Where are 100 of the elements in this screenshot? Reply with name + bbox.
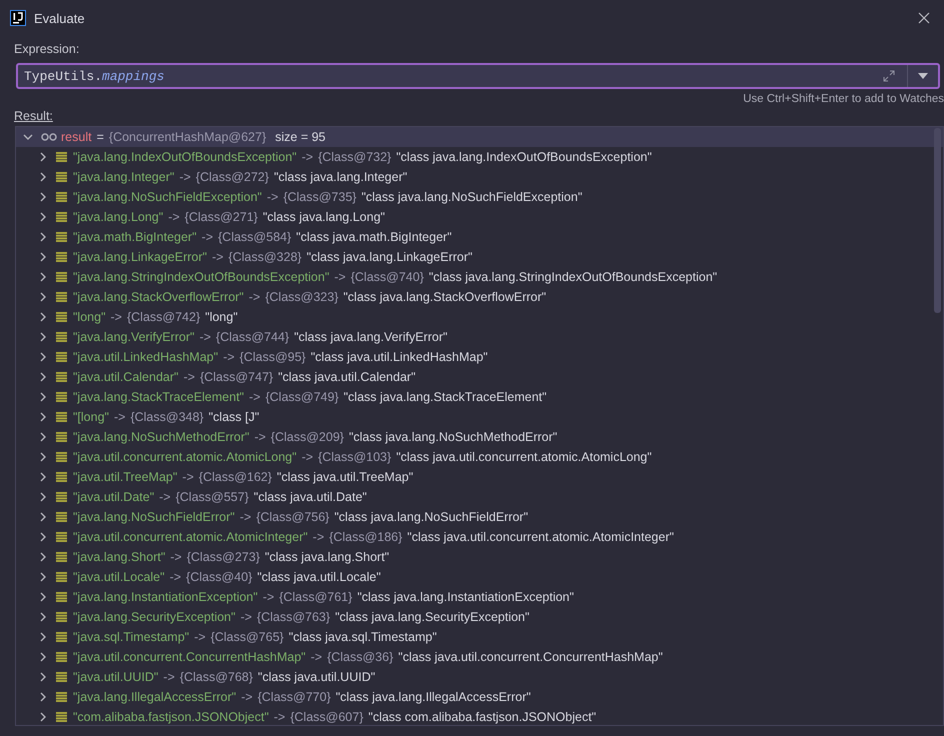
arrow-text: -> bbox=[168, 210, 180, 224]
expand-chevron-icon[interactable] bbox=[38, 452, 48, 462]
tree-row[interactable]: "[long" -> {Class@348} "class [J" bbox=[16, 407, 943, 427]
expand-chevron-icon[interactable] bbox=[38, 472, 48, 482]
variable-name: result bbox=[61, 130, 92, 144]
tree-row[interactable]: "java.lang.InstantiationException" -> {Class@761} "class java.lang.InstantiationException" bbox=[16, 587, 943, 607]
expand-chevron-icon[interactable] bbox=[38, 632, 48, 642]
expand-chevron-icon[interactable] bbox=[38, 572, 48, 582]
map-value: "class java.lang.VerifyError" bbox=[294, 330, 448, 344]
tree-row[interactable]: "java.util.Locale" -> {Class@40} "class java.util.Locale" bbox=[16, 567, 943, 587]
expand-chevron-icon[interactable] bbox=[38, 292, 48, 302]
map-key: "java.util.LinkedHashMap" bbox=[73, 350, 218, 364]
tree-row[interactable]: "java.lang.NoSuchFieldException" -> {Class@735} "class java.lang.NoSuchFieldException" bbox=[16, 187, 943, 207]
tree-row[interactable]: "java.math.BigInteger" -> {Class@584} "class java.math.BigInteger" bbox=[16, 227, 943, 247]
tree-row[interactable]: "java.lang.Short" -> {Class@273} "class java.lang.Short" bbox=[16, 547, 943, 567]
tree-row[interactable]: "java.lang.LinkageError" -> {Class@328} "class java.lang.LinkageError" bbox=[16, 247, 943, 267]
expand-chevron-icon[interactable] bbox=[38, 692, 48, 702]
close-icon[interactable] bbox=[918, 12, 930, 24]
arrow-text: -> bbox=[302, 150, 314, 164]
tree-row[interactable]: "java.util.TreeMap" -> {Class@162} "class java.util.TreeMap" bbox=[16, 467, 943, 487]
map-key: "[long" bbox=[73, 410, 109, 424]
map-key: "java.lang.Long" bbox=[73, 210, 164, 224]
map-value: "class java.math.BigInteger" bbox=[296, 230, 452, 244]
tree-row[interactable]: "java.lang.StackTraceElement" -> {Class@749} "class java.lang.StackTraceElement" bbox=[16, 387, 943, 407]
object-reference: {Class@323} bbox=[265, 290, 338, 304]
expand-chevron-icon[interactable] bbox=[38, 512, 48, 522]
expand-chevron-icon[interactable] bbox=[38, 592, 48, 602]
arrow-text: -> bbox=[274, 710, 286, 724]
arrow-text: -> bbox=[194, 630, 206, 644]
tree-row[interactable]: "java.util.Calendar" -> {Class@747} "class java.util.Calendar" bbox=[16, 367, 943, 387]
tree-row[interactable]: "java.util.concurrent.ConcurrentHashMap" -> {Class@36} "class java.util.concurrent.ConcurrentHashMap" bbox=[16, 647, 943, 667]
collapse-chevron-icon[interactable] bbox=[23, 132, 33, 142]
expand-chevron-icon[interactable] bbox=[38, 192, 48, 202]
tree-row[interactable]: "java.lang.Integer" -> {Class@272} "class java.lang.Integer" bbox=[16, 167, 943, 187]
object-reference: {Class@770} bbox=[258, 690, 331, 704]
tree-row[interactable]: "java.lang.SecurityException" -> {Class@763} "class java.lang.SecurityException" bbox=[16, 607, 943, 627]
object-reference: {Class@348} bbox=[130, 410, 204, 424]
map-value: "class java.lang.LinkageError" bbox=[306, 250, 472, 264]
tree-row[interactable]: "java.lang.NoSuchFieldError" -> {Class@756} "class java.lang.NoSuchFieldError" bbox=[16, 507, 943, 527]
arrow-text: -> bbox=[262, 590, 274, 604]
expand-chevron-icon[interactable] bbox=[38, 372, 48, 382]
tree-row[interactable]: "java.lang.NoSuchMethodError" -> {Class@209} "class java.lang.NoSuchMethodError" bbox=[16, 427, 943, 447]
expand-chevron-icon[interactable] bbox=[38, 172, 48, 182]
object-reference: {Class@271} bbox=[184, 210, 258, 224]
arrow-text: -> bbox=[199, 330, 211, 344]
arrow-text: -> bbox=[240, 610, 252, 624]
object-reference: {Class@103} bbox=[318, 450, 392, 464]
tree-row[interactable]: "java.util.UUID" -> {Class@768} "class java.util.UUID" bbox=[16, 667, 943, 687]
tree-row[interactable]: "com.alibaba.fastjson.JSONObject" -> {Class@607} "class com.alibaba.fastjson.JSONObject" bbox=[16, 707, 943, 725]
expand-chevron-icon[interactable] bbox=[38, 272, 48, 282]
expand-chevron-icon[interactable] bbox=[38, 432, 48, 442]
expression-label: Expression: bbox=[14, 42, 80, 56]
map-entry-icon bbox=[56, 472, 67, 482]
scrollbar[interactable] bbox=[934, 128, 941, 313]
map-key: "java.lang.InstantiationException" bbox=[73, 590, 258, 604]
expand-icon[interactable] bbox=[883, 70, 895, 82]
dropdown-icon[interactable] bbox=[918, 73, 928, 79]
expression-field[interactable]: TypeUtils.mappings bbox=[16, 63, 940, 89]
object-reference: {ConcurrentHashMap@627} bbox=[108, 130, 266, 144]
expand-chevron-icon[interactable] bbox=[38, 392, 48, 402]
tree-row[interactable]: "java.util.LinkedHashMap" -> {Class@95} "class java.util.LinkedHashMap" bbox=[16, 347, 943, 367]
tree-row[interactable]: result = {ConcurrentHashMap@627} size = 95 bbox=[16, 127, 943, 147]
map-key: "java.lang.StackTraceElement" bbox=[73, 390, 244, 404]
tree-row[interactable]: "java.lang.VerifyError" -> {Class@744} "class java.lang.VerifyError" bbox=[16, 327, 943, 347]
expand-chevron-icon[interactable] bbox=[38, 232, 48, 242]
map-key: "java.sql.Timestamp" bbox=[73, 630, 190, 644]
tree-row[interactable]: "long" -> {Class@742} "long" bbox=[16, 307, 943, 327]
object-reference: {Class@744} bbox=[216, 330, 290, 344]
tree-row[interactable]: "java.util.concurrent.atomic.AtomicLong" -> {Class@103} "class java.util.concurrent.atomic.AtomicLong" bbox=[16, 447, 943, 467]
expand-chevron-icon[interactable] bbox=[38, 252, 48, 262]
expand-chevron-icon[interactable] bbox=[38, 612, 48, 622]
map-entry-icon bbox=[56, 672, 67, 682]
expand-chevron-icon[interactable] bbox=[38, 152, 48, 162]
expand-chevron-icon[interactable] bbox=[38, 712, 48, 722]
tree-row[interactable]: "java.lang.IllegalAccessError" -> {Class@770} "class java.lang.IllegalAccessError" bbox=[16, 687, 943, 707]
expand-chevron-icon[interactable] bbox=[38, 672, 48, 682]
expand-chevron-icon[interactable] bbox=[38, 212, 48, 222]
map-value: "class java.lang.InstantiationException" bbox=[357, 590, 574, 604]
expand-chevron-icon[interactable] bbox=[38, 492, 48, 502]
expand-chevron-icon[interactable] bbox=[38, 652, 48, 662]
tree-row[interactable]: "java.lang.IndexOutOfBoundsException" -> {Class@732} "class java.lang.IndexOutOfBoundsException" bbox=[16, 147, 943, 167]
tree-row[interactable]: "java.lang.Long" -> {Class@271} "class java.lang.Long" bbox=[16, 207, 943, 227]
map-key: "java.lang.NoSuchMethodError" bbox=[73, 430, 250, 444]
expand-chevron-icon[interactable] bbox=[38, 332, 48, 342]
tree-row[interactable]: "java.util.concurrent.atomic.AtomicInteger" -> {Class@186} "class java.util.concurrent.atomic.AtomicInteger" bbox=[16, 527, 943, 547]
expand-chevron-icon[interactable] bbox=[38, 312, 48, 322]
map-value: "class java.lang.StackOverflowError" bbox=[343, 290, 546, 304]
tree-row[interactable]: "java.util.Date" -> {Class@557} "class java.util.Date" bbox=[16, 487, 943, 507]
tree-row[interactable]: "java.lang.StackOverflowError" -> {Class@323} "class java.lang.StackOverflowError" bbox=[16, 287, 943, 307]
expand-chevron-icon[interactable] bbox=[38, 552, 48, 562]
expand-chevron-icon[interactable] bbox=[38, 352, 48, 362]
map-key: "java.util.Date" bbox=[73, 490, 154, 504]
tree-row[interactable]: "java.lang.StringIndexOutOfBoundsException" -> {Class@740} "class java.lang.StringIndexOutOfBoundsException" bbox=[16, 267, 943, 287]
arrow-text: -> bbox=[179, 170, 191, 184]
expand-chevron-icon[interactable] bbox=[38, 532, 48, 542]
object-reference: {Class@740} bbox=[350, 270, 424, 284]
map-entry-icon bbox=[56, 252, 67, 262]
arrow-text: -> bbox=[170, 570, 182, 584]
tree-row[interactable]: "java.sql.Timestamp" -> {Class@765} "class java.sql.Timestamp" bbox=[16, 627, 943, 647]
expand-chevron-icon[interactable] bbox=[38, 412, 48, 422]
